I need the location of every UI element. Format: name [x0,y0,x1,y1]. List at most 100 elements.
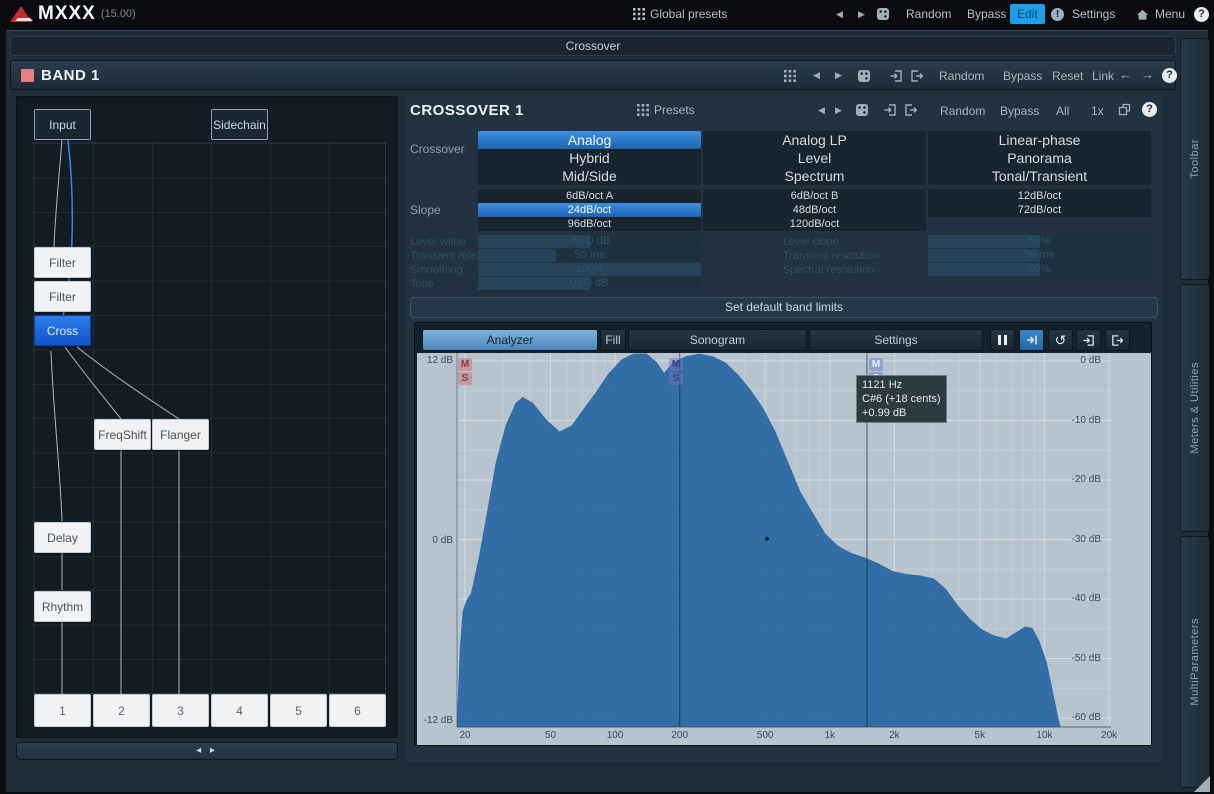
graph-horizontal-scrollbar[interactable]: ◂ ▸ [16,742,398,760]
band-link-button[interactable]: Link [1092,69,1114,83]
node-filter-2[interactable]: Filter [34,281,91,312]
band-mute-badge[interactable]: M [669,358,683,371]
export-icon [1111,334,1124,347]
node-output-4[interactable]: 4 [211,694,268,727]
crossover-random-button[interactable]: Random [940,104,985,118]
pause-button[interactable] [990,329,1015,351]
crossover-presets-button[interactable]: Presets [637,103,695,117]
crossover-option-spectrum[interactable]: Spectrum [703,167,926,185]
band-color-swatch[interactable] [21,69,34,82]
import-icon[interactable] [889,69,903,83]
app-title: MXXX [38,3,96,25]
top-menu-bar: MXXX (15.00) Global presets ◀ ▶ Random B… [0,0,1214,28]
set-default-band-limits-button[interactable]: Set default band limits [410,297,1158,318]
sidebar-tab-multiparameters[interactable]: MultiParameters [1180,536,1210,788]
settings-button[interactable]: Settings [1072,7,1115,21]
export-icon[interactable] [904,103,918,117]
global-presets-button[interactable]: Global presets [633,0,727,28]
band-mute-badge[interactable]: M [458,358,472,371]
randomize-dice-icon[interactable] [876,7,890,21]
bypass-button[interactable]: Bypass [967,7,1006,21]
export-icon[interactable] [910,69,924,83]
node-output-1[interactable]: 1 [34,694,91,727]
axis-tick-label: 2k [879,730,909,741]
reset-analysis-button[interactable]: ↺ [1048,329,1073,351]
axis-tick-label: 20 [450,730,480,741]
undo-arrow-icon[interactable]: ← [1119,67,1132,82]
node-output-6[interactable]: 6 [329,694,386,727]
home-icon[interactable] [1136,8,1149,21]
band-bypass-button[interactable]: Bypass [1003,69,1042,83]
node-output-3[interactable]: 3 [152,694,209,727]
axis-tick-label: -12 dB [417,715,453,726]
next-preset-button[interactable]: ▶ [858,9,865,20]
band-reset-button[interactable]: Reset [1052,69,1083,83]
tab-sonogram[interactable]: Sonogram [628,329,807,351]
randomize-dice-icon[interactable] [855,103,869,117]
tab-fill[interactable]: Fill [600,329,626,351]
band-random-button[interactable]: Random [939,69,984,83]
slope-option-6b[interactable]: 6dB/oct B [703,189,926,203]
tab-analyzer[interactable]: Analyzer [422,329,598,351]
crossover-option-analog[interactable]: Analog [478,131,701,149]
edit-button[interactable]: Edit [1010,4,1045,24]
node-sidechain[interactable]: Sidechain [211,109,268,140]
import-icon[interactable] [883,103,897,117]
presets-grid-icon[interactable] [784,70,796,82]
band-help-icon[interactable]: ? [1162,68,1177,83]
crossover-option-hybrid[interactable]: Hybrid [478,149,701,167]
help-icon[interactable]: ? [1194,7,1209,22]
normalize-button[interactable] [1019,329,1044,351]
node-cross-selected[interactable]: Cross [34,315,91,346]
slope-option-96[interactable]: 96dB/oct [478,217,701,231]
grid-icon [637,104,649,116]
crossover-bypass-button[interactable]: Bypass [1000,104,1039,118]
prev-button[interactable]: ◀ [818,105,825,116]
editor-tab-crossover[interactable]: Crossover [10,36,1176,56]
randomize-dice-icon[interactable] [857,69,871,83]
prev-preset-button[interactable]: ◀ [836,9,843,20]
crossover-1x-button[interactable]: 1x [1091,104,1104,118]
node-input[interactable]: Input [34,109,91,140]
sidebar-tab-meters-utilities[interactable]: Meters & Utilities [1180,284,1210,532]
export-analysis-button[interactable] [1105,329,1130,351]
crossover-option-tonal-transient[interactable]: Tonal/Transient [928,167,1151,185]
next-button[interactable]: ▶ [835,70,842,81]
crossover-option-midside[interactable]: Mid/Side [478,167,701,185]
node-rhythm[interactable]: Rhythm [34,591,91,622]
node-freqshift[interactable]: FreqShift [94,419,151,450]
slope-option-72[interactable]: 72dB/oct [928,203,1151,217]
next-button[interactable]: ▶ [835,105,842,116]
node-delay[interactable]: Delay [34,522,91,553]
band-mute-badge[interactable]: M [869,358,883,371]
slope-option-48[interactable]: 48dB/oct [703,203,926,217]
crossover-option-panorama[interactable]: Panorama [928,149,1151,167]
node-flanger[interactable]: Flanger [152,419,209,450]
slope-option-24[interactable]: 24dB/oct [478,203,701,217]
tab-settings[interactable]: Settings [809,329,983,351]
axis-tick-label: -20 dB [1021,474,1101,485]
node-output-2[interactable]: 2 [93,694,150,727]
crossover-all-button[interactable]: All [1056,104,1069,118]
sidebar-tab-toolbar[interactable]: Toolbar [1180,38,1210,280]
window-resize-handle[interactable] [1194,776,1210,792]
random-button[interactable]: Random [906,7,951,21]
menu-button[interactable]: Menu [1155,7,1185,21]
prev-button[interactable]: ◀ [813,70,820,81]
crossover-option-level[interactable]: Level [703,149,926,167]
band-solo-badge[interactable]: S [669,372,683,385]
detach-window-icon[interactable] [1118,103,1131,116]
slope-option-6a[interactable]: 6dB/oct A [478,189,701,203]
slope-option-12[interactable]: 12dB/oct [928,189,1151,203]
node-output-5[interactable]: 5 [270,694,327,727]
import-analysis-button[interactable] [1076,329,1101,351]
redo-arrow-icon[interactable]: → [1141,67,1154,82]
node-filter-1[interactable]: Filter [34,247,91,278]
limiter-warning-icon[interactable]: ! [1051,8,1064,21]
crossover-option-linear-phase[interactable]: Linear-phase [928,131,1151,149]
crossover-option-analog-lp[interactable]: Analog LP [703,131,926,149]
crossover-help-icon[interactable]: ? [1142,102,1157,117]
slope-option-120[interactable]: 120dB/oct [703,217,926,231]
band-solo-badge[interactable]: S [458,372,472,385]
spectrum-analyzer-display[interactable]: M S M S M S 1121 Hz C#6 (+18 cents) +0.9… [417,353,1151,745]
